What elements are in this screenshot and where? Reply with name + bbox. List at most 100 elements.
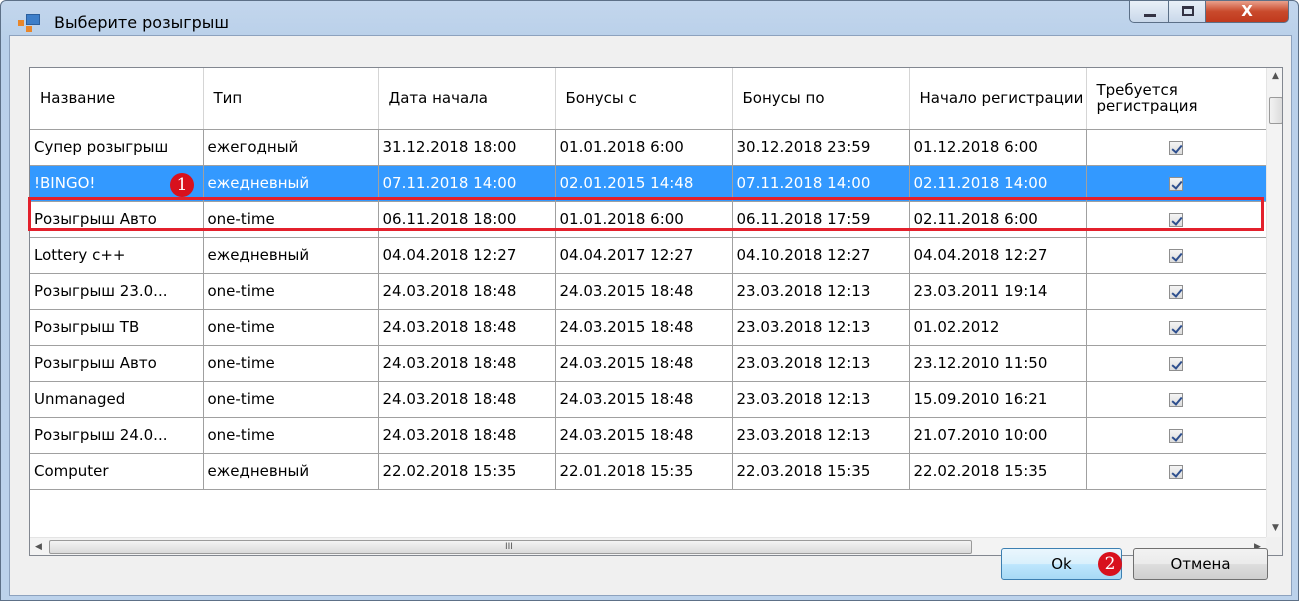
table-row[interactable]: Computer ежедневный 22.02.2018 15:35 22.01.…	[30, 453, 1267, 490]
cell-bonus-from[interactable]: 24.03.2015 18:48	[555, 273, 733, 310]
minimize-button[interactable]	[1129, 1, 1169, 23]
cell-type[interactable]: ежегодный	[203, 129, 379, 166]
registration-required-checkbox[interactable]	[1169, 464, 1183, 479]
cell-name[interactable]: Розыгрыш Авто	[30, 345, 204, 382]
cell-registration-required[interactable]	[1086, 309, 1267, 346]
cell-name[interactable]: Розыгрыш ТВ	[30, 309, 204, 346]
registration-required-checkbox[interactable]	[1169, 320, 1183, 335]
cell-registration-required[interactable]	[1086, 381, 1267, 418]
cell-bonus-from[interactable]: 24.03.2015 18:48	[555, 309, 733, 346]
cell-start-date[interactable]: 24.03.2018 18:48	[378, 273, 556, 310]
cell-registration-required[interactable]	[1086, 165, 1267, 202]
table-row[interactable]: Lottery c++ ежедневный 04.04.2018 12:27 04.…	[30, 237, 1267, 274]
scroll-down-icon[interactable]: ▼	[1267, 520, 1282, 537]
registration-required-checkbox[interactable]	[1169, 140, 1183, 155]
table-row[interactable]: Unmanaged one-time 24.03.2018 18:48 24.03.2…	[30, 381, 1267, 418]
cell-bonus-from[interactable]: 24.03.2015 18:48	[555, 345, 733, 382]
cell-name[interactable]: Супер розыгрыш	[30, 129, 204, 166]
table-row[interactable]: Розыгрыш ТВ one-time 24.03.2018 18:48 24.03…	[30, 309, 1267, 346]
cell-bonus-from[interactable]: 01.01.2018 6:00	[555, 129, 733, 166]
cell-registration-required[interactable]	[1086, 273, 1267, 310]
cell-bonus-to[interactable]: 22.03.2018 15:35	[732, 453, 910, 490]
cell-registration-required[interactable]	[1086, 345, 1267, 382]
cell-registration-start[interactable]: 01.12.2018 6:00	[909, 129, 1087, 166]
cell-name[interactable]: Computer	[30, 453, 204, 490]
cell-registration-start[interactable]: 15.09.2010 16:21	[909, 381, 1087, 418]
cell-name[interactable]: Розыгрыш 23.0...	[30, 273, 204, 310]
cell-type[interactable]: ежедневный	[203, 165, 379, 202]
vertical-scroll-thumb[interactable]	[1269, 97, 1282, 124]
column-header-registration-start[interactable]: Начало регистрации	[909, 68, 1087, 130]
cell-start-date[interactable]: 04.04.2018 12:27	[378, 237, 556, 274]
registration-required-checkbox[interactable]	[1169, 212, 1183, 227]
cell-start-date[interactable]: 24.03.2018 18:48	[378, 309, 556, 346]
cell-bonus-from[interactable]: 01.01.2018 6:00	[555, 201, 733, 238]
cell-bonus-to[interactable]: 23.03.2018 12:13	[732, 345, 910, 382]
cell-type[interactable]: one-time	[203, 381, 379, 418]
cell-type[interactable]: one-time	[203, 309, 379, 346]
table-row[interactable]: Розыгрыш 23.0... one-time 24.03.2018 18:48…	[30, 273, 1267, 310]
column-header-start-date[interactable]: Дата начала	[378, 68, 556, 130]
registration-required-checkbox[interactable]	[1169, 356, 1183, 371]
cell-type[interactable]: one-time	[203, 345, 379, 382]
cell-registration-start[interactable]: 23.12.2010 11:50	[909, 345, 1087, 382]
cell-bonus-to[interactable]: 23.03.2018 12:13	[732, 273, 910, 310]
cell-type[interactable]: ежедневный	[203, 453, 379, 490]
cell-start-date[interactable]: 24.03.2018 18:48	[378, 417, 556, 454]
registration-required-checkbox[interactable]	[1169, 176, 1183, 191]
column-header-type[interactable]: Тип	[203, 68, 379, 130]
cell-registration-required[interactable]	[1086, 129, 1267, 166]
cell-start-date[interactable]: 24.03.2018 18:48	[378, 345, 556, 382]
scroll-up-icon[interactable]: ▲	[1267, 68, 1282, 85]
table-row[interactable]: Розыгрыш Авто one-time 06.11.2018 18:00 01.…	[30, 201, 1267, 238]
cell-registration-required[interactable]	[1086, 417, 1267, 454]
cell-registration-start[interactable]: 02.11.2018 14:00	[909, 165, 1087, 202]
cell-bonus-to[interactable]: 23.03.2018 12:13	[732, 381, 910, 418]
scroll-left-icon[interactable]: ◀	[30, 538, 47, 555]
cell-type[interactable]: one-time	[203, 273, 379, 310]
cell-bonus-from[interactable]: 24.03.2015 18:48	[555, 417, 733, 454]
cell-registration-start[interactable]: 23.03.2011 19:14	[909, 273, 1087, 310]
table-row[interactable]: Розыгрыш Авто one-time 24.03.2018 18:48 24.…	[30, 345, 1267, 382]
cell-registration-required[interactable]	[1086, 237, 1267, 274]
close-button[interactable]: X	[1205, 1, 1289, 23]
title-bar[interactable]: Выберите розыгрыш X	[1, 1, 1298, 35]
cell-registration-required[interactable]	[1086, 201, 1267, 238]
cell-registration-start[interactable]: 22.02.2018 15:35	[909, 453, 1087, 490]
cell-bonus-to[interactable]: 30.12.2018 23:59	[732, 129, 910, 166]
maximize-button[interactable]	[1168, 1, 1206, 23]
cell-registration-start[interactable]: 02.11.2018 6:00	[909, 201, 1087, 238]
vertical-scrollbar[interactable]: ▲ ▼	[1266, 68, 1282, 537]
cell-registration-start[interactable]: 04.04.2018 12:27	[909, 237, 1087, 274]
cell-type[interactable]: one-time	[203, 417, 379, 454]
table-row[interactable]: Супер розыгрыш ежегодный 31.12.2018 18:00 0…	[30, 129, 1267, 166]
registration-required-checkbox[interactable]	[1169, 248, 1183, 263]
column-header-bonus-to[interactable]: Бонусы по	[732, 68, 910, 130]
cell-name[interactable]: Розыгрыш Авто	[30, 201, 204, 238]
cell-registration-start[interactable]: 01.02.2012	[909, 309, 1087, 346]
cell-bonus-to[interactable]: 23.03.2018 12:13	[732, 309, 910, 346]
cell-type[interactable]: ежедневный	[203, 237, 379, 274]
cell-start-date[interactable]: 07.11.2018 14:00	[378, 165, 556, 202]
cell-bonus-to[interactable]: 06.11.2018 17:59	[732, 201, 910, 238]
registration-required-checkbox[interactable]	[1169, 284, 1183, 299]
cell-bonus-from[interactable]: 02.01.2015 14:48	[555, 165, 733, 202]
table-row[interactable]: !BINGO! ежедневный 07.11.2018 14:00 02.01.2…	[30, 165, 1267, 202]
cell-bonus-to[interactable]: 07.11.2018 14:00	[732, 165, 910, 202]
registration-required-checkbox[interactable]	[1169, 428, 1183, 443]
column-header-registration-required[interactable]: Требуется регистрация	[1086, 68, 1267, 130]
cell-name[interactable]: Unmanaged	[30, 381, 204, 418]
cell-registration-start[interactable]: 21.07.2010 10:00	[909, 417, 1087, 454]
cell-bonus-to[interactable]: 04.10.2018 12:27	[732, 237, 910, 274]
table-row[interactable]: Розыгрыш 24.0... one-time 24.03.2018 18:48…	[30, 417, 1267, 454]
cell-bonus-from[interactable]: 24.03.2015 18:48	[555, 381, 733, 418]
draws-grid[interactable]: Название Тип Дата начала Бонусы с Бонусы…	[29, 67, 1283, 556]
cell-name[interactable]: Lottery c++	[30, 237, 204, 274]
horizontal-scroll-thumb[interactable]: III	[49, 540, 972, 554]
cell-bonus-to[interactable]: 23.03.2018 12:13	[732, 417, 910, 454]
cell-bonus-from[interactable]: 22.01.2018 15:35	[555, 453, 733, 490]
cell-name[interactable]: Розыгрыш 24.0...	[30, 417, 204, 454]
cell-start-date[interactable]: 24.03.2018 18:48	[378, 381, 556, 418]
cell-registration-required[interactable]	[1086, 453, 1267, 490]
column-header-name[interactable]: Название	[30, 68, 204, 130]
